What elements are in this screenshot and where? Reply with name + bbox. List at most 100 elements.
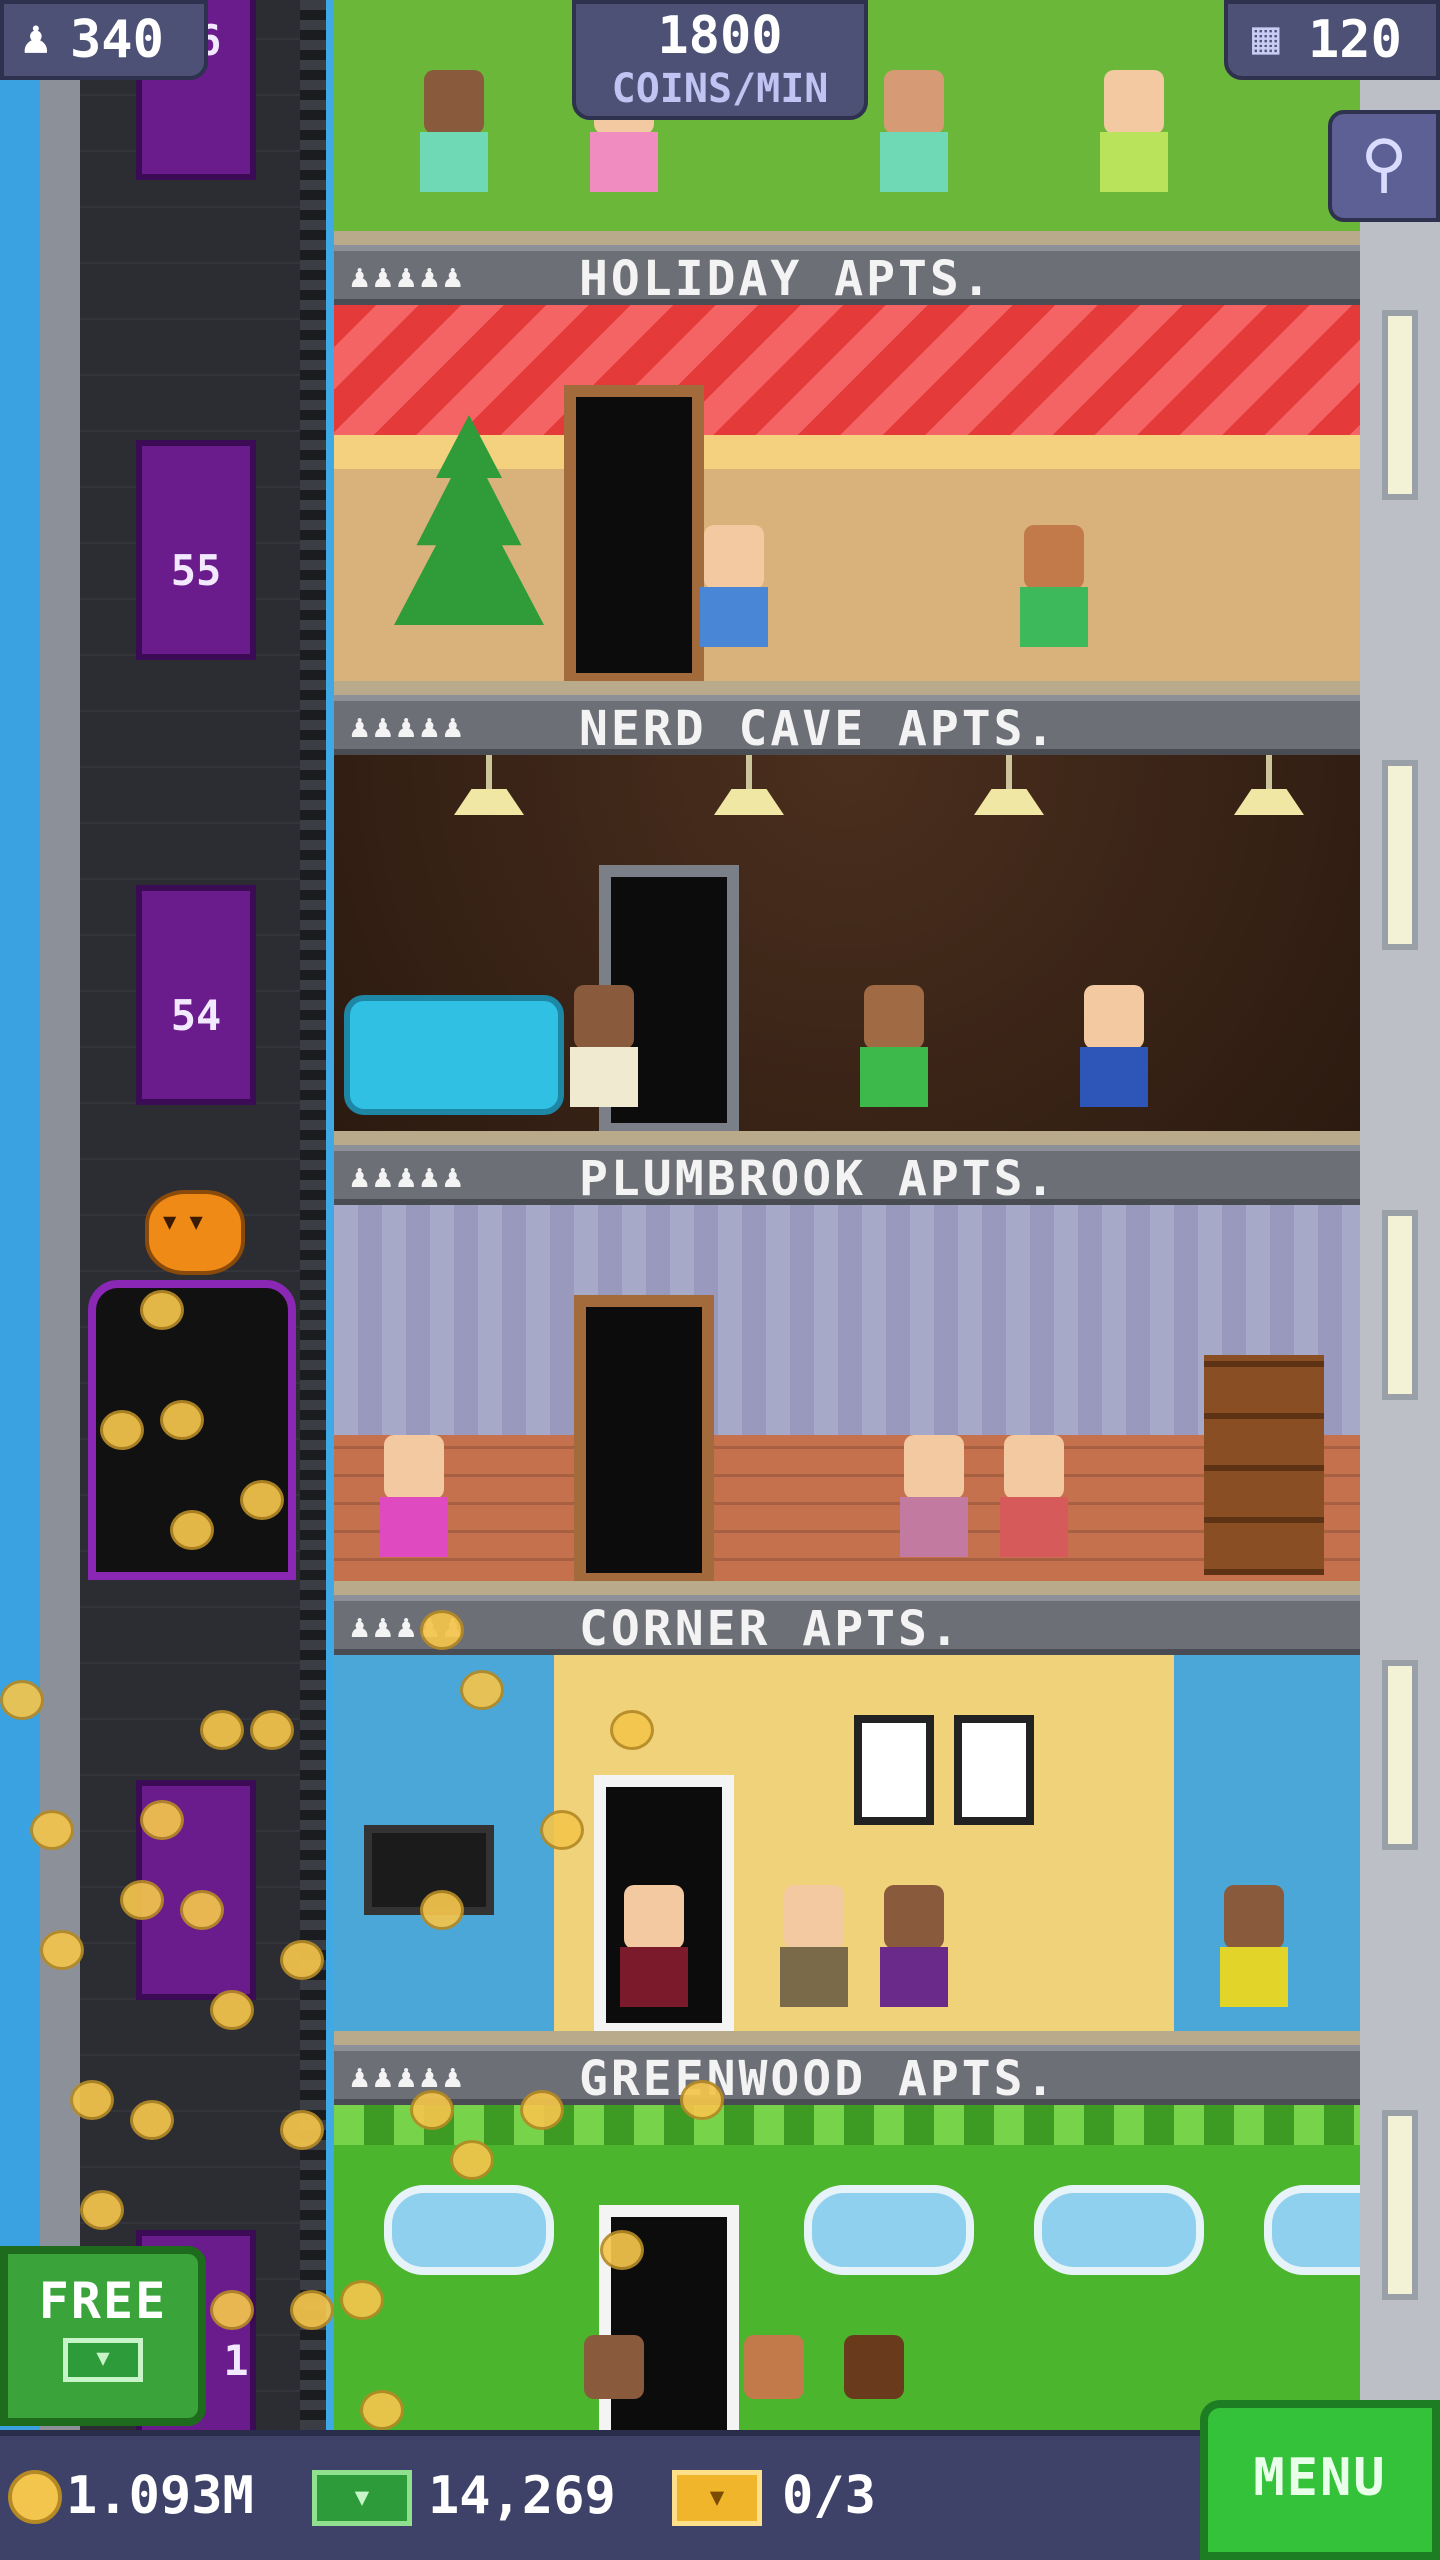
free-bux-button[interactable]: FREE ▼ (0, 2246, 206, 2426)
coin-particle (120, 1880, 164, 1920)
vip-value: 0/3 (782, 2466, 876, 2526)
coin-particle (610, 1710, 654, 1750)
floor-holiday-apts[interactable]: ♟♟♟♟♟ HOLIDAY APTS. (334, 245, 1360, 695)
shaft-outer-wall (40, 0, 80, 2560)
room-interior (334, 1655, 1360, 2045)
floor-name: NERD CAVE APTS. (579, 701, 1058, 757)
floor-counter[interactable]: ▦ 120 (1224, 0, 1440, 80)
resident (734, 2335, 814, 2430)
vip-ticket-icon: ▼ (672, 2470, 762, 2526)
coin-icon (8, 2470, 62, 2524)
floor-name: CORNER APTS. (579, 1601, 962, 1657)
resident (614, 1885, 694, 2035)
coin-particle (70, 2080, 114, 2120)
resident (994, 1435, 1074, 1585)
elevator-floor-55: 55 (136, 440, 256, 660)
resident (854, 985, 934, 1135)
resident (874, 70, 954, 220)
resident-count-icon: ♟♟♟♟♟ (350, 1157, 467, 1195)
coin-particle (180, 1890, 224, 1930)
floor-trim (334, 681, 1360, 695)
oval-window (1034, 2185, 1204, 2275)
oval-window (804, 2185, 974, 2275)
resident (694, 525, 774, 675)
floor-label: ♟♟♟♟♟ CORNER APTS. (334, 1595, 1360, 1657)
coin-particle (460, 1670, 504, 1710)
window (1382, 1210, 1418, 1400)
population-icon: ♟ (22, 10, 50, 64)
floor-trim (334, 231, 1360, 245)
pumpkin-icon (145, 1190, 245, 1275)
coin-particle (30, 1810, 74, 1850)
apartment-door (574, 1295, 714, 1585)
resident-count-icon: ♟♟♟♟♟ (350, 2057, 467, 2095)
resident (564, 985, 644, 1135)
resident (774, 1885, 854, 2035)
population-counter[interactable]: ♟ 340 (0, 0, 208, 80)
floor-plumbrook-apts[interactable]: ♟♟♟♟♟ PLUMBROOK APTS. (334, 1145, 1360, 1595)
bookshelf (1204, 1355, 1324, 1575)
coins-per-min-panel: 1800 COINS/MIN (572, 0, 868, 120)
resident (1094, 70, 1174, 220)
room-interior (334, 1205, 1360, 1595)
bux-value: 14,269 (428, 2466, 616, 2526)
coin-particle (160, 1400, 204, 1440)
elevator-rail (300, 0, 326, 2560)
coin-particle (250, 1710, 294, 1750)
ceiling-lamp (974, 755, 1044, 815)
room-interior (334, 305, 1360, 695)
wall-picture (854, 1715, 934, 1825)
population-value: 340 (70, 10, 164, 70)
resident (894, 1435, 974, 1585)
floor-name: HOLIDAY APTS. (579, 251, 994, 307)
coin-particle (100, 1410, 144, 1450)
search-button[interactable]: ⚲ (1328, 110, 1440, 222)
floor-number: 1 (223, 2336, 249, 2385)
ceiling-lamp (454, 755, 524, 815)
resident (574, 2335, 654, 2430)
resident (1074, 985, 1154, 1135)
floor-greenwood-apts[interactable]: ♟♟♟♟♟ GREENWOOD APTS. (334, 2045, 1360, 2430)
floor-name: GREENWOOD APTS. (579, 2051, 1058, 2107)
search-icon: ⚲ (1360, 127, 1408, 201)
coin-particle (410, 2090, 454, 2130)
window (1382, 2110, 1418, 2300)
floor-corner-apts[interactable]: ♟♟♟♟♟ CORNER APTS. (334, 1595, 1360, 2045)
floor-number: 54 (170, 991, 222, 1040)
floor-name: PLUMBROOK APTS. (579, 1151, 1058, 1207)
coin-particle (540, 1810, 584, 1850)
resident (874, 1885, 954, 2035)
coin-particle (450, 2140, 494, 2180)
window (1382, 1660, 1418, 1850)
coin-particle (140, 1800, 184, 1840)
floor-nerd-cave-apts[interactable]: ♟♟♟♟♟ NERD CAVE APTS. (334, 695, 1360, 1145)
coins-value: 1.093M (66, 2466, 254, 2526)
floor-label: ♟♟♟♟♟ PLUMBROOK APTS. (334, 1145, 1360, 1207)
coin-particle (280, 2110, 324, 2150)
floor-count-value: 120 (1308, 10, 1402, 70)
resident-count-icon: ♟♟♟♟♟ (350, 707, 467, 745)
coin-particle (80, 2190, 124, 2230)
coin-particle (170, 1510, 214, 1550)
floor-label: ♟♟♟♟♟ NERD CAVE APTS. (334, 695, 1360, 757)
coin-particle (290, 2290, 334, 2330)
sofa (344, 995, 564, 1115)
coin-particle (420, 1890, 464, 1930)
resident (834, 2335, 914, 2430)
free-label: FREE (38, 2272, 168, 2330)
coin-particle (240, 1480, 284, 1520)
coins-per-min-label: COINS/MIN (611, 66, 829, 112)
floor-label: ♟♟♟♟♟ GREENWOOD APTS. (334, 2045, 1360, 2107)
bux-icon: ▼ (63, 2338, 143, 2382)
wall-picture (954, 1715, 1034, 1825)
resident (414, 70, 494, 220)
oval-window (1264, 2185, 1360, 2275)
ceiling-lamp (1234, 755, 1304, 815)
coin-particle (0, 1680, 44, 1720)
coin-particle (130, 2100, 174, 2140)
resident (1014, 525, 1094, 675)
coin-particle (40, 1930, 84, 1970)
coin-particle (520, 2090, 564, 2130)
menu-button[interactable]: MENU (1200, 2400, 1440, 2560)
coin-particle (340, 2280, 384, 2320)
